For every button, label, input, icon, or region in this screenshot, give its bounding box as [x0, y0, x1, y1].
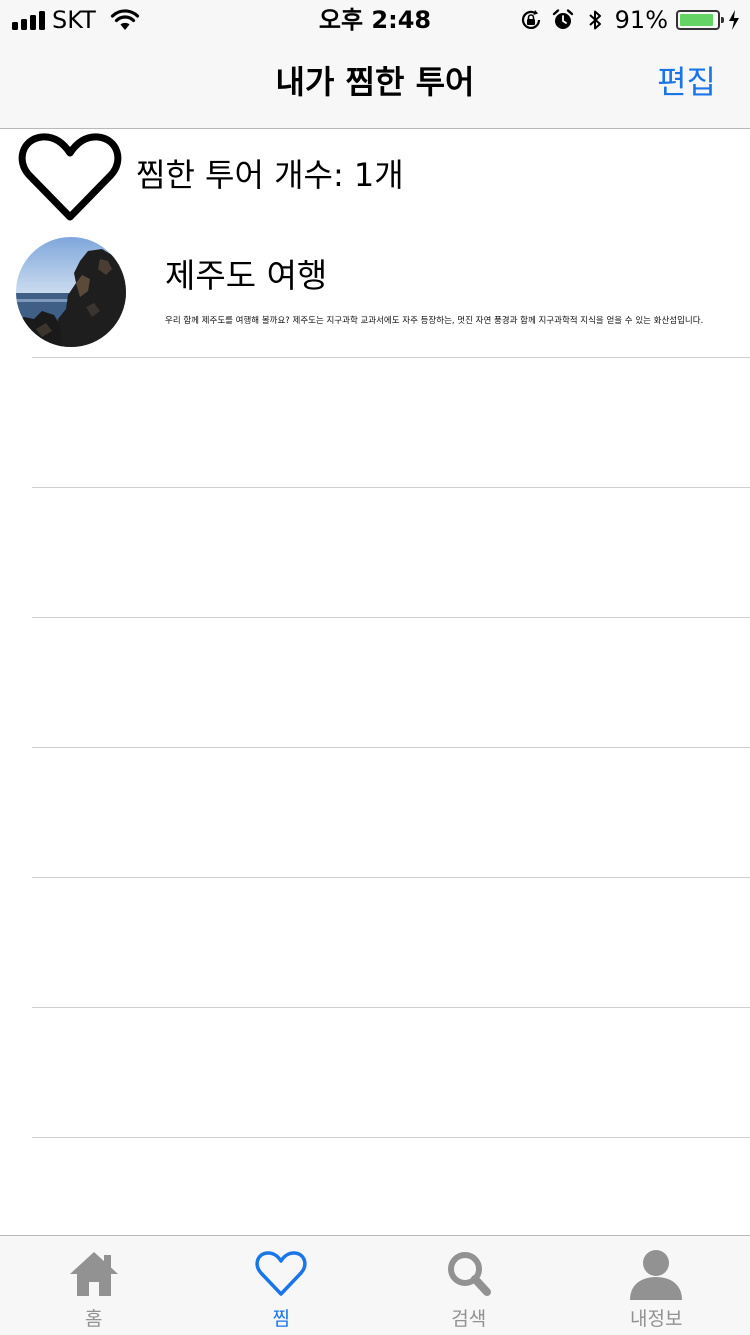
- favorites-count: 찜한 투어 개수: 1개: [136, 155, 404, 195]
- battery-icon: [676, 10, 720, 30]
- page-title: 내가 찜한 투어: [0, 62, 750, 102]
- row-divider: [32, 877, 750, 878]
- tab-favorites[interactable]: 찜: [188, 1236, 376, 1335]
- alarm-icon: [551, 8, 575, 32]
- battery-level: [680, 14, 713, 26]
- row-divider: [32, 1007, 750, 1008]
- tab-label: 내정보: [563, 1308, 750, 1330]
- home-icon: [66, 1248, 122, 1300]
- row-divider: [32, 487, 750, 488]
- tour-list-item[interactable]: 제주도 여행 우리 함께 제주도를 여행해 볼까요? 제주도는 지구과학 교과서…: [0, 226, 750, 356]
- tab-home[interactable]: 홈: [0, 1236, 188, 1335]
- tour-title: 제주도 여행: [165, 256, 327, 296]
- tour-thumbnail: [16, 237, 126, 347]
- row-divider: [32, 617, 750, 618]
- tab-label: 검색: [375, 1308, 563, 1330]
- status-bar: SKT 오후 2:48 91%: [0, 0, 750, 40]
- person-icon: [628, 1248, 684, 1300]
- orientation-lock-icon: [519, 8, 543, 32]
- row-divider: [32, 1137, 750, 1138]
- tab-label: 찜: [188, 1308, 376, 1330]
- battery-percent: 91%: [615, 6, 668, 34]
- heart-icon: [253, 1248, 309, 1300]
- tab-bar: 홈 찜 검색 내정보: [0, 1235, 750, 1335]
- row-divider: [32, 357, 750, 358]
- bluetooth-icon: [583, 8, 607, 32]
- search-icon: [441, 1248, 497, 1300]
- favorites-count-header: 찜한 투어 개수: 1개: [0, 129, 750, 225]
- navigation-bar: 내가 찜한 투어 편집: [0, 40, 750, 129]
- charging-icon: [728, 9, 740, 31]
- edit-button[interactable]: 편집: [657, 62, 716, 102]
- tab-search[interactable]: 검색: [375, 1236, 563, 1335]
- row-divider: [32, 747, 750, 748]
- heart-outline-icon: [18, 131, 122, 223]
- tab-profile[interactable]: 내정보: [563, 1236, 750, 1335]
- tab-label: 홈: [0, 1308, 188, 1330]
- tour-description: 우리 함께 제주도를 여행해 볼까요? 제주도는 지구과학 교과서에도 자주 등…: [165, 315, 703, 327]
